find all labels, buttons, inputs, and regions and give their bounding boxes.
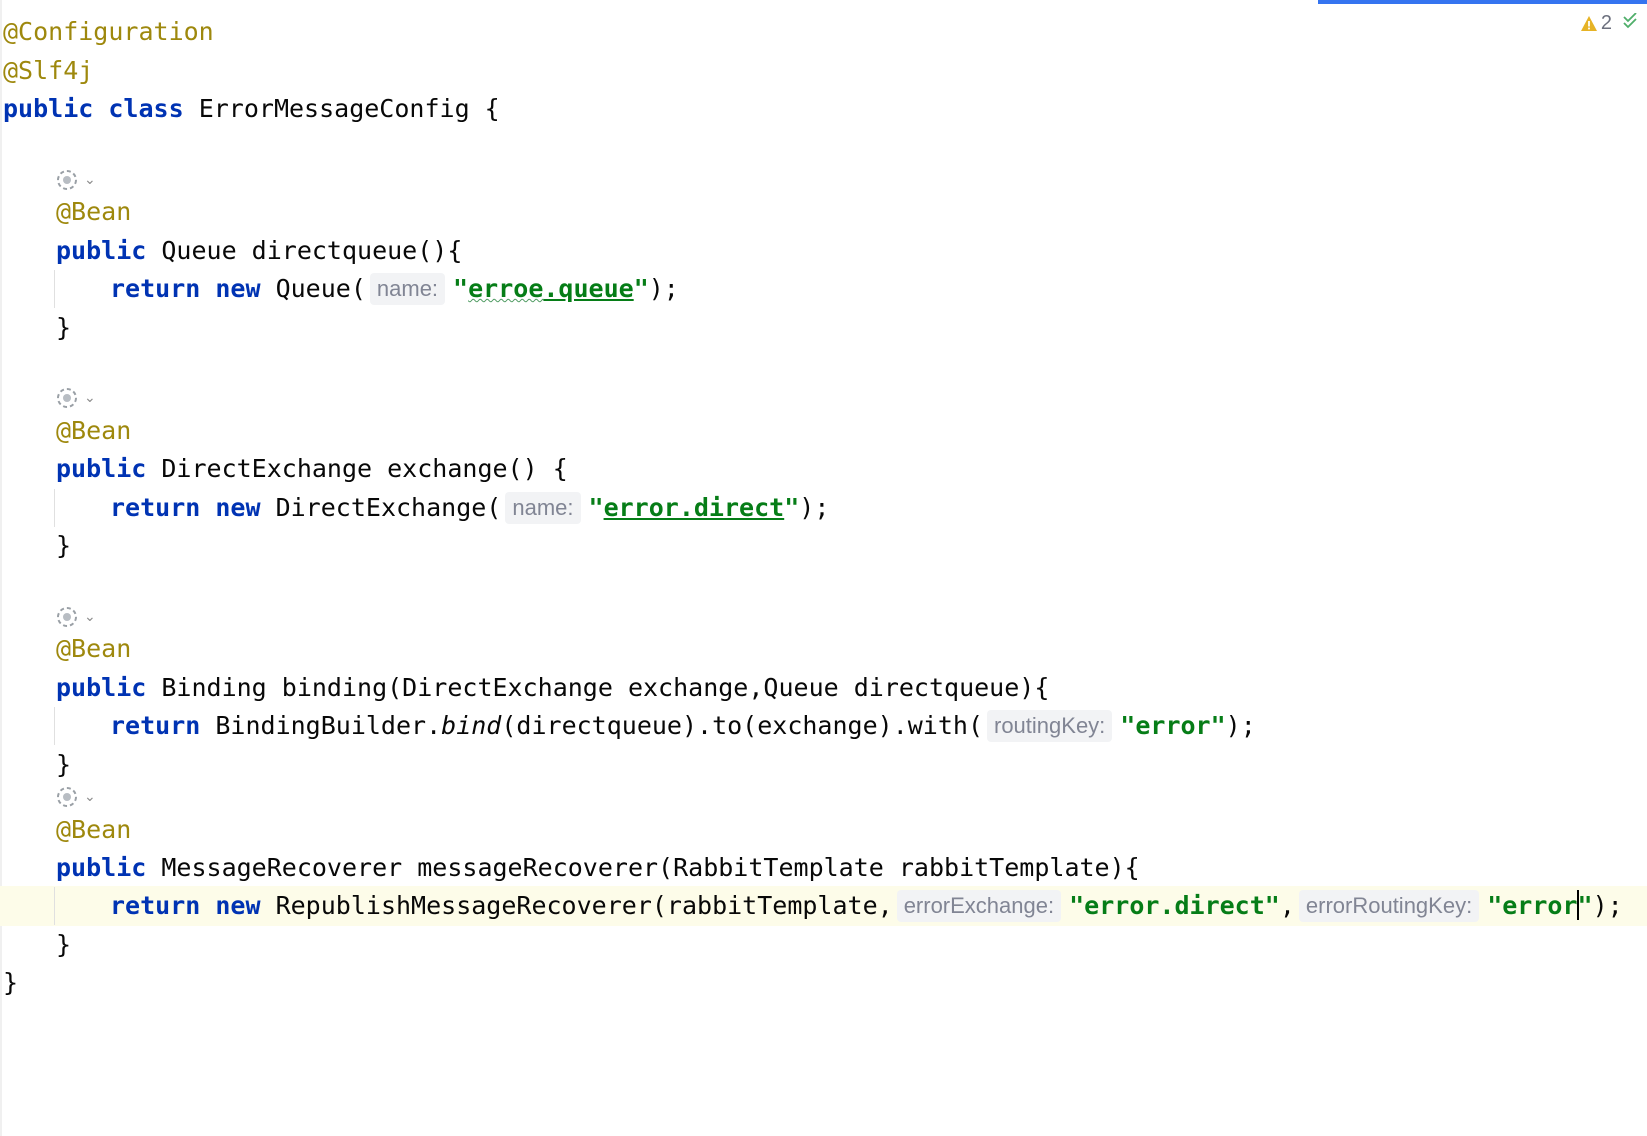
keyword-public: public <box>56 454 147 483</box>
string-literal: .queue <box>543 274 634 303</box>
code-line[interactable]: public Queue directqueue(){ <box>0 231 1647 271</box>
keyword-public: public <box>56 673 147 702</box>
method-signature: Binding binding(DirectExchange exchange,… <box>146 673 1050 702</box>
annotation-configuration: @Configuration <box>3 17 214 46</box>
code-line[interactable]: public DirectExchange exchange() { <box>0 449 1647 489</box>
string-literal: "error.direct" <box>1069 891 1280 920</box>
parameter-hint[interactable]: errorRoutingKey: <box>1298 890 1480 922</box>
method-chain: (directqueue).to(exchange).with( <box>501 711 983 740</box>
chevron-down-icon[interactable]: ⌄ <box>84 390 96 406</box>
indent-guide <box>54 887 55 925</box>
string-literal: error.direct <box>603 493 785 522</box>
code-line[interactable]: } <box>0 308 1647 348</box>
code-line[interactable]: @Bean <box>0 192 1647 232</box>
static-method-bind: bind <box>441 711 502 740</box>
string-literal: "error <box>1487 891 1578 920</box>
constructor-call: DirectExchange( <box>260 493 502 522</box>
code-line[interactable]: return BindingBuilder.bind(directqueue).… <box>0 706 1647 746</box>
annotation-slf4j: @Slf4j <box>3 56 94 85</box>
spring-bean-icon <box>54 604 80 630</box>
parameter-hint[interactable]: name: <box>369 273 446 305</box>
string-quote: " <box>1577 891 1593 920</box>
code-line[interactable]: } <box>0 963 1647 1003</box>
spring-bean-icon <box>54 167 80 193</box>
chevron-down-icon[interactable]: ⌄ <box>84 172 96 188</box>
gutter-bean-marker[interactable]: ⌄ <box>54 603 96 631</box>
string-typo: erroe <box>468 274 544 303</box>
code-line[interactable]: } <box>0 925 1647 965</box>
statement-end: ); <box>1225 711 1256 740</box>
gutter-bean-marker[interactable]: ⌄ <box>54 783 96 811</box>
chevron-down-icon[interactable]: ⌄ <box>84 789 96 805</box>
parameter-hint[interactable]: routingKey: <box>987 710 1113 742</box>
statement-end: ); <box>799 493 830 522</box>
code-line[interactable]: public class ErrorMessageConfig { <box>0 89 1647 129</box>
gutter-bean-marker[interactable]: ⌄ <box>54 384 96 412</box>
chevron-down-icon[interactable]: ⌄ <box>84 609 96 625</box>
class-close-brace: } <box>3 968 19 997</box>
code-line[interactable]: @Bean <box>0 810 1647 850</box>
close-brace: } <box>56 930 72 959</box>
code-line[interactable]: @Bean <box>0 411 1647 451</box>
keyword-public: public <box>56 236 147 265</box>
string-literal: "error" <box>1120 711 1226 740</box>
builder-class: BindingBuilder. <box>200 711 442 740</box>
keyword-return: return <box>110 493 201 522</box>
close-brace: } <box>56 750 72 779</box>
keyword-return: return <box>110 711 201 740</box>
statement-end: ); <box>1592 891 1623 920</box>
constructor-call: Queue( <box>260 274 366 303</box>
annotation-bean: @Bean <box>56 634 132 663</box>
code-line[interactable]: @Bean <box>0 629 1647 669</box>
class-declaration: ErrorMessageConfig { <box>183 94 500 123</box>
code-line[interactable]: } <box>0 526 1647 566</box>
close-brace: } <box>56 313 72 342</box>
keyword-new: new <box>215 274 261 303</box>
code-line[interactable]: public Binding binding(DirectExchange ex… <box>0 668 1647 708</box>
annotation-bean: @Bean <box>56 197 132 226</box>
string-quote: " <box>588 493 604 522</box>
code-line-current[interactable]: return new RepublishMessageRecoverer(rab… <box>0 886 1647 926</box>
keyword-public: public <box>56 853 147 882</box>
method-signature: DirectExchange exchange() { <box>146 454 568 483</box>
code-line[interactable]: return new DirectExchange(name: "error.di… <box>0 488 1647 528</box>
annotation-bean: @Bean <box>56 416 132 445</box>
method-signature: Queue directqueue(){ <box>146 236 463 265</box>
string-quote: " <box>453 274 469 303</box>
gutter-bean-marker[interactable]: ⌄ <box>54 166 96 194</box>
method-signature: MessageRecoverer messageRecoverer(Rabbit… <box>146 853 1140 882</box>
keyword-class: class <box>108 94 184 123</box>
string-quote: " <box>633 274 649 303</box>
statement-end: ); <box>648 274 679 303</box>
progress-bar <box>1318 0 1647 4</box>
code-line[interactable]: @Slf4j <box>0 51 1647 91</box>
spring-bean-icon <box>54 784 80 810</box>
parameter-hint[interactable]: errorExchange: <box>896 890 1062 922</box>
annotation-bean: @Bean <box>56 815 132 844</box>
code-editor[interactable]: 2 @Configuration @Slf4j public class Err… <box>0 0 1647 1136</box>
string-quote: " <box>784 493 800 522</box>
constructor-call: RepublishMessageRecoverer(rabbitTemplate… <box>260 891 893 920</box>
keyword-return: return <box>110 891 201 920</box>
comma: , <box>1279 891 1295 920</box>
keyword-return: return <box>110 274 201 303</box>
spring-bean-icon <box>54 385 80 411</box>
code-line[interactable]: return new Queue(name: "erroe.queue"); <box>0 269 1647 309</box>
code-line[interactable]: } <box>0 745 1647 785</box>
keyword-new: new <box>215 891 261 920</box>
keyword-new: new <box>215 493 261 522</box>
code-line[interactable]: @Configuration <box>0 12 1647 52</box>
code-line[interactable]: public MessageRecoverer messageRecoverer… <box>0 848 1647 888</box>
close-brace: } <box>56 531 72 560</box>
parameter-hint[interactable]: name: <box>505 492 581 524</box>
keyword-public: public <box>3 94 94 123</box>
